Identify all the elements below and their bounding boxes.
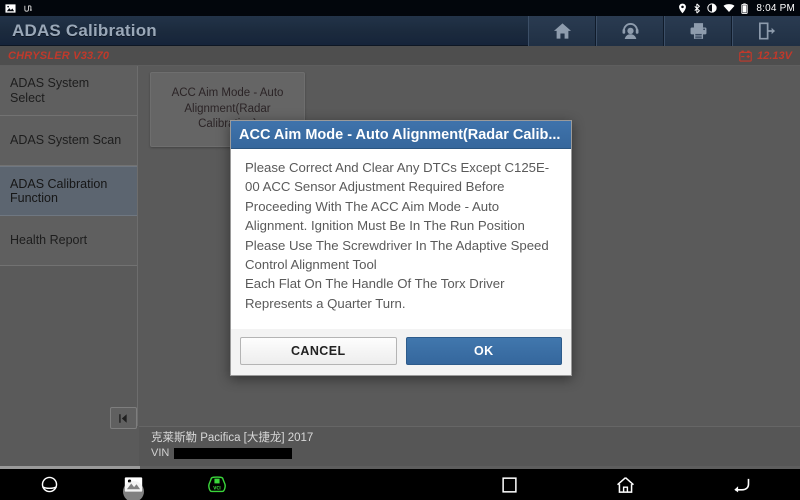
sidebar-item-adas-system-scan[interactable]: ADAS System Scan (0, 116, 137, 166)
screenshot-icon (5, 3, 16, 13)
android-status-bar: 8:04 PM (0, 0, 800, 16)
vehicle-brand-version: CHRYSLER V33.70 (8, 49, 110, 62)
sidebar-nav: ADAS System Select ADAS System Scan ADAS… (0, 66, 138, 426)
cancel-button[interactable]: CANCEL (240, 337, 397, 365)
home-nav-icon (616, 476, 634, 493)
sidebar-item-label: ADAS System Scan (10, 133, 122, 148)
vin-label: VIN (151, 447, 170, 459)
sidebar-item-label: Health Report (10, 233, 88, 248)
vci-icon: VCI (208, 476, 226, 493)
nav-browser-button[interactable] (34, 470, 64, 500)
bluetooth-icon (694, 3, 701, 13)
sidebar-item-adas-calibration-function[interactable]: ADAS Calibration Function (0, 166, 137, 216)
vehicle-name: 克莱斯勒 Pacifica [大捷龙] 2017 (151, 432, 314, 444)
dialog-body: Please Correct And Clear Any DTCs Except… (231, 149, 571, 329)
dialog-title: ACC Aim Mode - Auto Alignment(Radar Cali… (231, 121, 571, 149)
page-title: ADAS Calibration (12, 20, 157, 40)
vin-redacted-value (174, 447, 293, 459)
contrast-icon (707, 3, 718, 13)
recents-icon (501, 476, 517, 493)
header-support-button[interactable] (596, 15, 664, 46)
android-nav-bar: VCI (0, 466, 800, 500)
battery-icon (741, 2, 748, 14)
sidebar-item-health-report[interactable]: Health Report (0, 216, 137, 266)
usb-icon (24, 4, 32, 12)
status-left-icons (5, 3, 34, 14)
touch-feedback-highlight (123, 480, 144, 500)
home-icon (553, 22, 571, 39)
voltage-value: 12.13V (757, 49, 792, 62)
vehicle-software-bar: CHRYSLER V33.70 12.13V (0, 46, 800, 66)
svg-text:VCI: VCI (213, 485, 221, 490)
ok-button[interactable]: OK (405, 337, 562, 365)
nav-left-group: VCI (34, 469, 232, 500)
header-exit-button[interactable] (732, 15, 800, 46)
header-print-button[interactable] (664, 15, 732, 46)
nav-back-button[interactable] (726, 470, 756, 500)
header-actions (528, 15, 800, 46)
print-icon (690, 22, 706, 39)
dialog-message: Please Correct And Clear Any DTCs Except… (245, 160, 550, 311)
browser-icon (41, 476, 57, 493)
status-clock: 8:04 PM (756, 2, 795, 14)
app-header: ADAS Calibration (0, 15, 800, 46)
exit-icon (759, 21, 775, 40)
voltage-indicator: 12.13V (739, 50, 792, 62)
nav-vci-button[interactable]: VCI (202, 470, 232, 500)
wifi-icon (723, 4, 735, 13)
header-home-button[interactable] (528, 15, 596, 46)
nav-screenshot-button[interactable] (118, 470, 148, 500)
vehicle-vin-row: VIN (151, 447, 800, 459)
location-icon (679, 3, 687, 13)
vehicle-info-bar: 克莱斯勒 Pacifica [大捷龙] 2017 VIN (139, 426, 800, 466)
back-icon (733, 478, 749, 493)
sidebar-item-label: ADAS System Select (10, 76, 90, 105)
status-right-icons: 8:04 PM (678, 3, 795, 14)
battery-voltage-icon (739, 50, 752, 62)
collapse-left-icon (119, 413, 127, 423)
acc-aim-mode-dialog: ACC Aim Mode - Auto Alignment(Radar Cali… (230, 120, 572, 376)
dialog-actions: CANCEL OK (231, 329, 571, 375)
adas-calibration-screen: 8:04 PM ADAS Calibration CHRYSLER V33.70… (0, 0, 800, 500)
sidebar-item-label: ADAS Calibration Function (10, 176, 108, 205)
support-icon (622, 23, 638, 40)
nav-right-group (494, 469, 756, 500)
sidebar-item-adas-system-select[interactable]: ADAS System Select (0, 66, 137, 116)
nav-home-button[interactable] (610, 470, 640, 500)
sidebar-collapse-button[interactable] (110, 407, 137, 429)
nav-recents-button[interactable] (494, 470, 524, 500)
